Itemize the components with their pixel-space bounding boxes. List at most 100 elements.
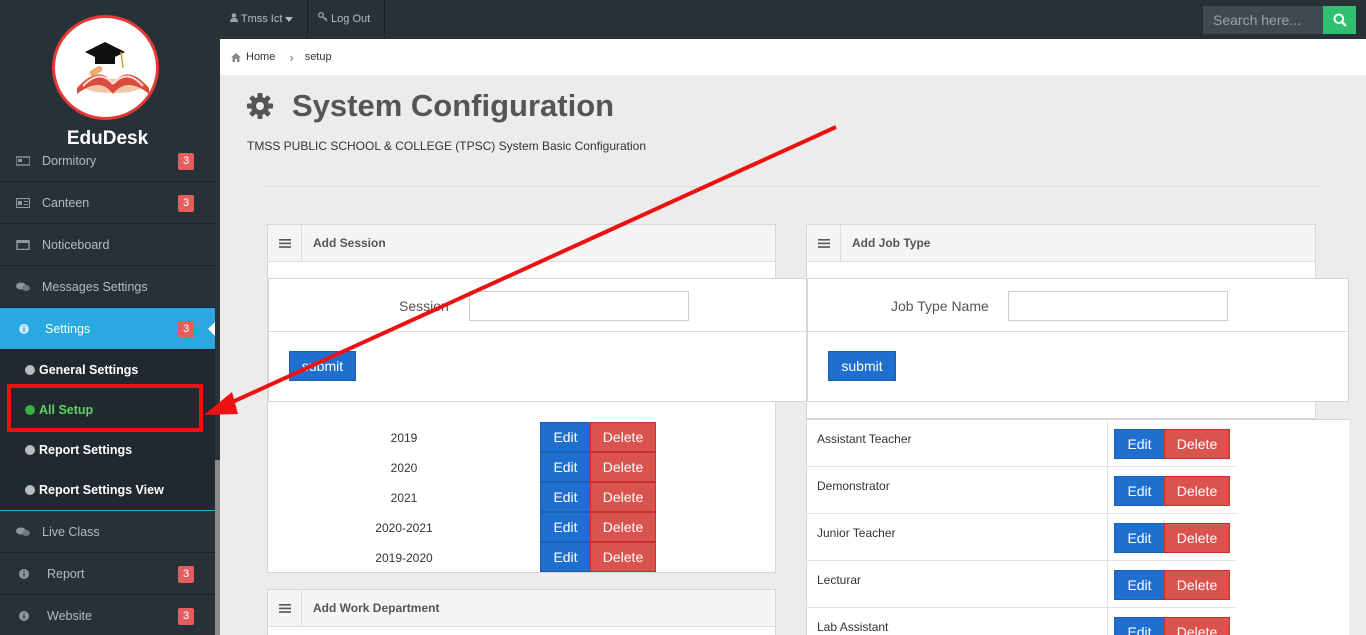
column-divider <box>1107 467 1108 514</box>
hamburger-icon <box>268 225 302 261</box>
edit-button[interactable]: Edit <box>1114 523 1165 553</box>
logout-link[interactable]: Log Out <box>308 0 385 39</box>
delete-button[interactable]: Delete <box>1164 429 1230 459</box>
search-input[interactable] <box>1203 6 1323 34</box>
sidebar-item-messages-settings[interactable]: Messages Settings <box>0 266 215 308</box>
delete-button[interactable]: Delete <box>590 542 656 572</box>
sidebar-item-label: Messages Settings <box>42 279 148 294</box>
job-type-value: Junior Teacher <box>817 526 896 540</box>
table-row: Junior Teacher Edit Delete <box>807 514 1237 561</box>
form-row: Session <box>269 279 807 332</box>
panel-title: Add Session <box>313 236 386 250</box>
session-submit-button[interactable]: submit <box>289 351 356 381</box>
comments-icon <box>16 527 30 536</box>
panel-header: Add Job Type <box>807 225 1315 262</box>
session-value: 2020-2021 <box>375 521 433 535</box>
submenu-item-label: Report Settings View <box>39 483 164 497</box>
scrollbar-thumb[interactable] <box>215 460 220 635</box>
job-type-form: Job Type Name submit <box>807 278 1349 402</box>
edit-button[interactable]: Edit <box>540 422 591 452</box>
count-badge: 3 <box>178 321 194 338</box>
search-icon <box>1333 13 1347 27</box>
delete-button[interactable]: Delete <box>1164 476 1230 506</box>
key-icon <box>318 12 328 22</box>
bullet-icon <box>25 485 35 495</box>
edit-button[interactable]: Edit <box>540 542 591 572</box>
session-value: 2020 <box>390 461 418 475</box>
page-subtitle: TMSS PUBLIC SCHOOL & COLLEGE (TPSC) Syst… <box>247 139 647 153</box>
session-input[interactable] <box>469 291 689 321</box>
sidebar-item-label: Dormitory <box>42 153 97 168</box>
edit-button[interactable]: Edit <box>540 452 591 482</box>
job-type-name-input[interactable] <box>1008 291 1228 321</box>
sidebar-item-label: Noticeboard <box>42 237 110 252</box>
submenu-item-label: Report Settings <box>39 443 133 457</box>
sidebar-item-settings[interactable]: Settings 3 <box>0 308 215 350</box>
job-type-table: Assistant Teacher Edit Delete Demonstrat… <box>806 419 1349 635</box>
delete-button[interactable]: Delete <box>590 422 656 452</box>
delete-button[interactable]: Delete <box>590 512 656 542</box>
sidebar-item-label: Settings <box>45 321 91 336</box>
top-navbar: Tmss Ict Log Out <box>220 0 1366 39</box>
table-row: 2021 Edit Delete <box>268 482 775 512</box>
job-type-submit-button[interactable]: submit <box>828 351 896 381</box>
job-type-value: Assistant Teacher <box>817 432 912 446</box>
caret-down-icon <box>285 17 294 22</box>
delete-button[interactable]: Delete <box>590 482 656 512</box>
table-row: 2019-2020 Edit Delete <box>268 542 775 572</box>
chevron-right-icon: › <box>289 49 294 65</box>
add-work-department-panel: Add Work Department <box>267 589 776 635</box>
table-row: Demonstrator Edit Delete <box>807 467 1237 514</box>
submenu-item-report-settings[interactable]: Report Settings <box>0 430 215 470</box>
session-form: Session submit <box>268 278 808 402</box>
sidebar: Dormitory 3 Canteen 3 Noticeboard Messag… <box>0 0 215 635</box>
edit-button[interactable]: Edit <box>540 482 591 512</box>
info-icon <box>19 610 29 621</box>
session-label: Session <box>399 298 449 314</box>
sidebar-item-label: Report <box>47 566 85 581</box>
sidebar-item-report[interactable]: Report 3 <box>0 553 215 595</box>
home-icon <box>231 52 241 62</box>
count-badge: 3 <box>178 195 194 212</box>
sidebar-item-website[interactable]: Website 3 <box>0 595 215 635</box>
edit-button[interactable]: Edit <box>1114 570 1165 600</box>
breadcrumb-home[interactable]: Home <box>246 51 275 63</box>
edit-button[interactable]: Edit <box>540 512 591 542</box>
count-badge: 3 <box>178 566 194 583</box>
session-value: 2019-2020 <box>375 551 433 565</box>
edit-button[interactable]: Edit <box>1114 429 1165 459</box>
sidebar-item-canteen[interactable]: Canteen 3 <box>0 182 215 224</box>
sidebar-item-label: Live Class <box>42 524 100 539</box>
form-row: Job Type Name <box>808 279 1348 332</box>
sidebar-item-noticeboard[interactable]: Noticeboard <box>0 224 215 266</box>
job-type-value: Demonstrator <box>817 479 890 493</box>
divider <box>266 186 1319 187</box>
info-icon <box>19 323 29 334</box>
delete-button[interactable]: Delete <box>590 452 656 482</box>
table-row: 2020-2021 Edit Delete <box>268 512 775 542</box>
panel-title: Add Job Type <box>852 236 931 250</box>
page-title: System Configuration <box>246 88 614 124</box>
window-icon <box>16 239 30 250</box>
brand-header: EduDesk <box>0 0 215 153</box>
bullet-icon <box>25 365 35 375</box>
hamburger-icon <box>268 590 302 626</box>
search-button[interactable] <box>1323 6 1356 34</box>
column-divider <box>1107 514 1108 561</box>
column-divider <box>1107 561 1108 608</box>
page-title-text: System Configuration <box>292 88 615 123</box>
edit-button[interactable]: Edit <box>1114 617 1165 635</box>
sidebar-item-live-class[interactable]: Live Class <box>0 511 215 553</box>
user-menu[interactable]: Tmss Ict <box>220 0 308 39</box>
user-icon <box>230 13 238 22</box>
delete-button[interactable]: Delete <box>1164 617 1230 635</box>
logout-label: Log Out <box>331 13 371 25</box>
delete-button[interactable]: Delete <box>1164 523 1230 553</box>
sidebar-scrollbar[interactable] <box>215 0 220 635</box>
breadcrumb: Home › setup <box>220 39 1366 75</box>
edit-button[interactable]: Edit <box>1114 476 1165 506</box>
table-row: Lab Assistant Edit Delete <box>807 608 1237 635</box>
submenu-item-report-settings-view[interactable]: Report Settings View <box>0 470 215 510</box>
delete-button[interactable]: Delete <box>1164 570 1230 600</box>
graduation-book-logo-icon <box>77 42 149 94</box>
